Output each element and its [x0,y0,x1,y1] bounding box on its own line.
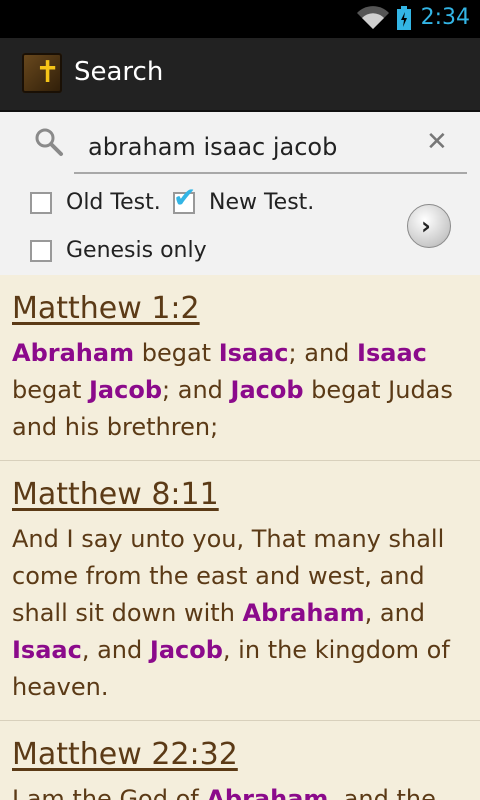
list-item[interactable]: Matthew 8:11 And I say unto you, That man… [0,461,480,721]
verse-reference[interactable]: Matthew 22:32 [12,737,468,773]
clock: 2:34 [420,5,470,30]
search-panel: ✕ Old Test. ✔ New Test. Genesis only › [0,112,480,275]
verse-fragment: , and [364,599,426,627]
wifi-icon [357,6,389,29]
verse-text: Abraham begat Isaac; and Isaac begat Jac… [12,335,468,446]
highlighted-term: Isaac [12,636,82,664]
next-button[interactable]: › [407,204,451,248]
new-test-checkbox[interactable]: ✔ [173,184,196,214]
cross-icon: ✝ [35,55,61,90]
results-list: Matthew 1:2 Abraham begat Isaac; and Isaa… [0,275,480,800]
verse-fragment: , and [81,636,150,664]
new-test-label[interactable]: New Test. [209,190,314,215]
verse-fragment: begat [134,339,219,367]
verse-fragment: I am the God of [12,785,207,800]
verse-reference[interactable]: Matthew 1:2 [12,291,468,327]
highlighted-term: Abraham [12,339,135,367]
chevron-right-icon: › [421,212,431,240]
verse-fragment: ; and [162,376,231,404]
list-item[interactable]: Matthew 22:32 I am the God of Abraham, an… [0,721,480,800]
highlighted-term: Isaac [218,339,289,367]
highlighted-term: Jacob [149,636,223,664]
genesis-only-label[interactable]: Genesis only [66,238,207,263]
status-bar: 2:34 [0,0,480,38]
verse-fragment: ; and [288,339,358,367]
clear-icon[interactable]: ✕ [426,129,448,155]
search-icon [35,128,63,156]
list-item[interactable]: Matthew 1:2 Abraham begat Isaac; and Isaa… [0,275,480,461]
highlighted-term: Isaac [357,339,427,367]
old-test-checkbox[interactable] [30,192,52,214]
action-bar: ✝ Search [0,38,480,112]
highlighted-term: Jacob [230,376,304,404]
verse-fragment: begat [12,376,89,404]
genesis-only-checkbox[interactable] [30,240,52,262]
search-input[interactable] [74,122,467,174]
battery-icon [397,6,411,30]
highlighted-term: Jacob [88,376,163,404]
check-icon: ✔ [173,181,197,214]
verse-fragment: , and the [328,785,436,800]
highlighted-term: Abraham [206,785,329,800]
bible-icon[interactable]: ✝ [22,53,62,93]
verse-text: I am the God of Abraham, and the [12,781,468,800]
verse-text: And I say unto you, That many shall come… [12,521,468,706]
old-test-label[interactable]: Old Test. [66,190,161,215]
highlighted-term: Abraham [242,599,365,627]
verse-reference[interactable]: Matthew 8:11 [12,477,468,513]
page-title: Search [74,57,164,87]
